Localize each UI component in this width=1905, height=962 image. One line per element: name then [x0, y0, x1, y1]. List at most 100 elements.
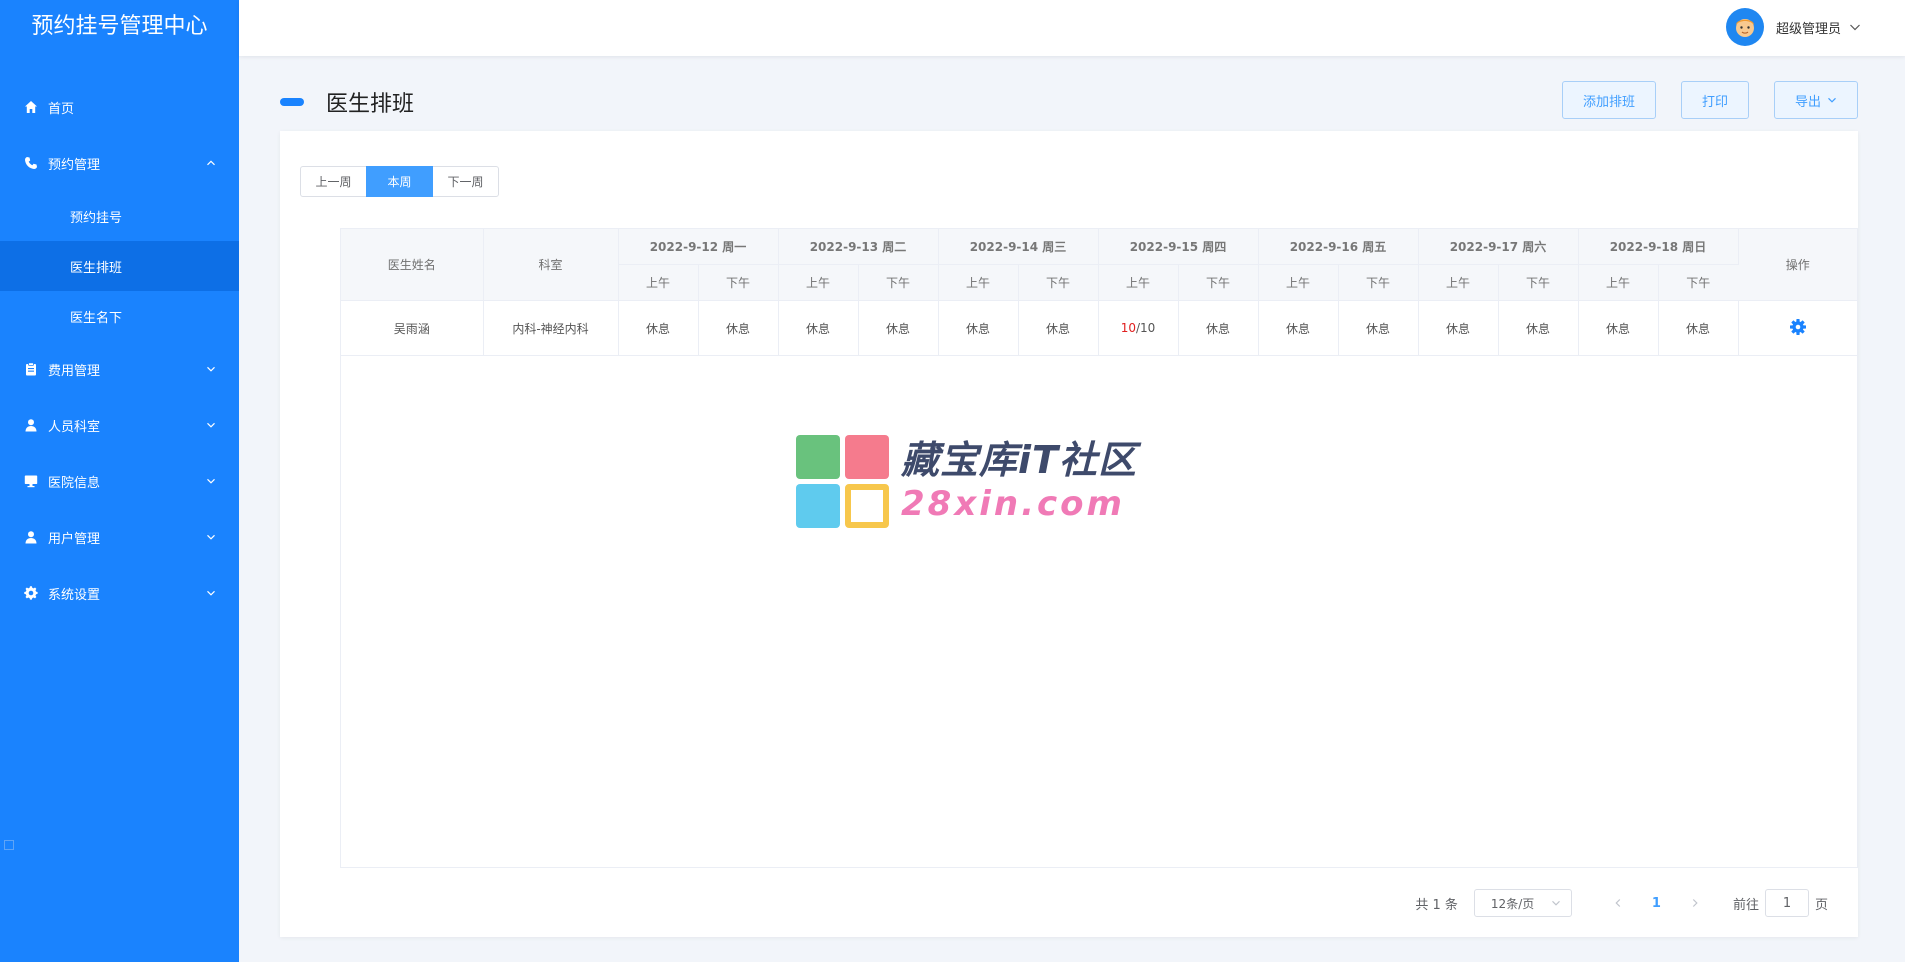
- gear-icon: [24, 586, 38, 600]
- cell-slot: 休息: [1578, 300, 1659, 356]
- cell-department: 内科-神经内科: [483, 300, 619, 356]
- col-header-operations: 操作: [1738, 229, 1857, 301]
- gear-icon[interactable]: [1789, 318, 1806, 335]
- chevron-down-icon: [205, 419, 217, 431]
- phone-icon: [24, 156, 38, 170]
- col-header-am: 上午: [778, 264, 859, 301]
- sidebar-item-doctor-list[interactable]: 医生名下: [0, 291, 239, 341]
- this-week-button[interactable]: 本周: [366, 166, 433, 197]
- sidebar-item-appointment-management[interactable]: 预约管理: [0, 135, 239, 191]
- cell-slot: 休息: [1418, 300, 1499, 356]
- col-header-date: 2022-9-17 周六: [1418, 229, 1579, 265]
- col-header-pm: 下午: [1338, 264, 1419, 301]
- col-header-pm: 下午: [698, 264, 779, 301]
- page-jumper: 前往 页: [1733, 889, 1828, 917]
- watermark-domain: 28xin.com: [901, 483, 1125, 524]
- cell-slot: 休息: [698, 300, 779, 356]
- col-header-date: 2022-9-13 周二: [778, 229, 939, 265]
- goto-page-input[interactable]: [1764, 889, 1809, 917]
- sidebar-item-label: 首页: [48, 101, 75, 117]
- cell-slot: 休息: [618, 300, 699, 356]
- sidebar-menu: 首页 预约管理 预约挂号 医生排班 医生名下 费用管理 人员科室 医院信息 用户…: [0, 79, 239, 621]
- col-header-pm: 下午: [1018, 264, 1099, 301]
- cell-slot: 休息: [1258, 300, 1339, 356]
- col-header-pm: 下午: [1178, 264, 1259, 301]
- chevron-down-icon: [205, 587, 217, 599]
- chevron-up-icon: [205, 157, 217, 169]
- sidebar-item-label: 费用管理: [48, 363, 101, 379]
- next-page-button[interactable]: [1683, 898, 1707, 908]
- col-header-am: 上午: [1578, 264, 1659, 301]
- sidebar-item-user-management[interactable]: 用户管理: [0, 509, 239, 565]
- watermark-title: 藏宝库iT社区: [901, 437, 1137, 482]
- watermark: 藏宝库iT社区 28xin.com: [796, 435, 1137, 528]
- export-button-label: 导出: [1794, 94, 1821, 110]
- user-icon: [24, 418, 38, 432]
- cell-doctor-name: 吴雨涵: [341, 300, 484, 356]
- col-header-date: 2022-9-16 周五: [1258, 229, 1419, 265]
- page-number-current[interactable]: 1: [1652, 896, 1661, 911]
- col-header-am: 上午: [1418, 264, 1499, 301]
- col-header-am: 上午: [938, 264, 1019, 301]
- sidebar-item-staff-departments[interactable]: 人员科室: [0, 397, 239, 453]
- col-header-am: 上午: [1258, 264, 1339, 301]
- cell-slot: 休息: [1658, 300, 1739, 356]
- col-header-pm: 下午: [1498, 264, 1579, 301]
- prev-week-button[interactable]: 上一周: [300, 166, 367, 197]
- page-title: 医生排班: [326, 92, 415, 117]
- user-icon: [24, 530, 38, 544]
- week-switcher: 上一周 本周 下一周: [300, 166, 499, 197]
- col-header-am: 上午: [1098, 264, 1179, 301]
- sidebar-item-label: 系统设置: [48, 587, 101, 603]
- sidebar-item-hospital-info[interactable]: 医院信息: [0, 453, 239, 509]
- cell-slot: 休息: [778, 300, 859, 356]
- sidebar-item-label: 医院信息: [48, 475, 101, 491]
- schedule-table: 医生姓名 科室 2022-9-12 周一 2022-9-13 周二 2022-9…: [340, 228, 1858, 868]
- username: 超级管理员: [1775, 21, 1841, 37]
- col-header-date: 2022-9-14 周三: [938, 229, 1099, 265]
- sidebar-item-label: 预约管理: [48, 157, 101, 173]
- avatar: [1725, 8, 1764, 46]
- table-row: 吴雨涵 内科-神经内科 休息 休息 休息 休息 休息 休息 10/10 休息 休…: [341, 300, 1857, 356]
- app-title: 预约挂号管理中心: [31, 14, 208, 39]
- sidebar-submenu: 预约挂号 医生排班 医生名下: [0, 191, 239, 341]
- chevron-down-icon: [205, 531, 217, 543]
- home-icon: [24, 100, 38, 114]
- cell-slot: 休息: [1338, 300, 1419, 356]
- sidebar-item-label: 用户管理: [48, 531, 101, 547]
- col-header-date: 2022-9-18 周日: [1578, 229, 1739, 265]
- prev-page-button[interactable]: [1606, 898, 1630, 908]
- print-button[interactable]: 打印: [1680, 81, 1749, 119]
- page-heading: 医生排班: [280, 80, 414, 124]
- next-week-button[interactable]: 下一周: [432, 166, 499, 197]
- watermark-logo-icon: [796, 435, 889, 528]
- sidebar-collapse-handle[interactable]: [4, 840, 14, 850]
- cell-slot-booked: 10/10: [1098, 300, 1179, 356]
- sidebar-item-fee-management[interactable]: 费用管理: [0, 341, 239, 397]
- sidebar-item-system-settings[interactable]: 系统设置: [0, 565, 239, 621]
- page-actions: 添加排班 打印 导出: [1537, 81, 1858, 119]
- chevron-down-icon: [205, 363, 217, 375]
- monitor-icon: [24, 474, 38, 488]
- add-schedule-button[interactable]: 添加排班: [1561, 81, 1656, 119]
- chevron-down-icon: [1551, 898, 1561, 908]
- title-accent-bar: [280, 98, 304, 106]
- col-header-pm: 下午: [858, 264, 939, 301]
- cell-operations: [1738, 300, 1857, 356]
- page-suffix-label: 页: [1814, 897, 1828, 913]
- top-header: 超级管理员: [239, 0, 1905, 56]
- pagination-total: 共 1 条: [1415, 897, 1458, 913]
- export-button[interactable]: 导出: [1773, 81, 1858, 119]
- schedule-card: 上一周 本周 下一周 医生姓名 科室 2022-9-12 周一 2022-9-1…: [280, 131, 1858, 937]
- sidebar-item-doctor-schedule[interactable]: 医生排班: [0, 241, 239, 291]
- slot-capacity: /10: [1135, 321, 1156, 335]
- cell-slot: 休息: [1178, 300, 1259, 356]
- chevron-down-icon: [1827, 95, 1837, 105]
- sidebar-item-appointment-booking[interactable]: 预约挂号: [0, 191, 239, 241]
- sidebar-item-home[interactable]: 首页: [0, 79, 239, 135]
- sidebar: 预约挂号管理中心 首页 预约管理 预约挂号 医生排班 医生名下 费用管理 人员科…: [0, 0, 239, 962]
- user-menu[interactable]: 超级管理员: [1725, 7, 1861, 47]
- col-header-date: 2022-9-12 周一: [618, 229, 779, 265]
- page-size-select[interactable]: 12条/页: [1473, 889, 1572, 917]
- chevron-down-icon: [205, 475, 217, 487]
